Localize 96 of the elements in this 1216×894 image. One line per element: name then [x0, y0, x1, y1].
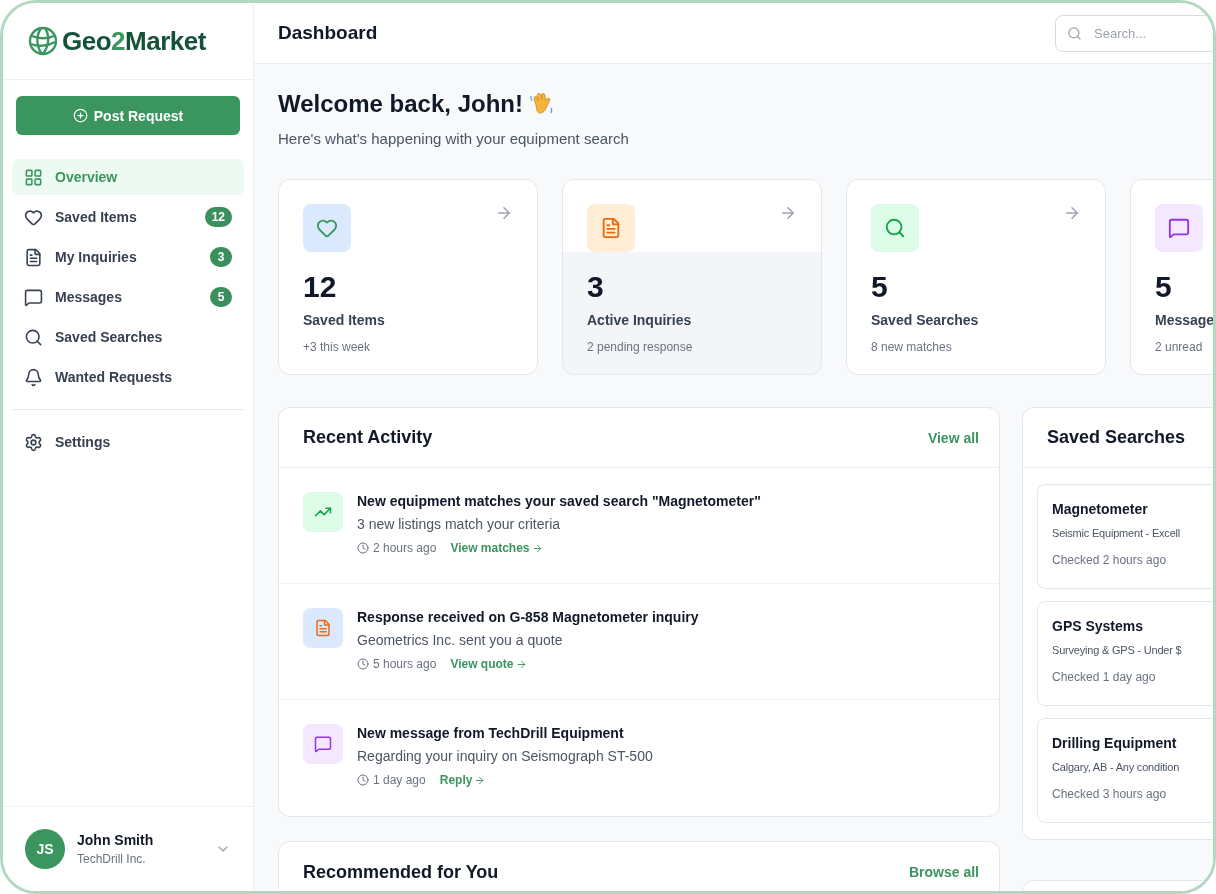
activity-time: 1 day ago [373, 773, 426, 787]
card-title: Recommended for You [303, 861, 499, 883]
activity-link[interactable]: Reply [439, 773, 486, 787]
activity-time: 2 hours ago [373, 541, 437, 555]
search-field[interactable]: Search... [1055, 14, 1213, 52]
activity-title: New equipment matches your saved search "Magnetometer" [357, 492, 761, 510]
count-badge: 12 [204, 207, 232, 227]
activity-time: 5 hours ago [373, 657, 437, 671]
document-icon [24, 247, 43, 267]
arrow-right-icon [495, 204, 513, 222]
stat-note: +3 this week [303, 340, 372, 354]
sidebar-item[interactable]: Settings [12, 424, 244, 460]
brand-name: Geo2Market [62, 25, 206, 57]
activity-link[interactable]: View matches [450, 541, 543, 555]
plus-circle-icon [72, 108, 88, 123]
heart-icon [316, 217, 338, 239]
saved-search-checked: Checked 2 hours ago [1052, 553, 1168, 567]
arrow-right-icon [474, 774, 486, 786]
count-badge: 5 [210, 287, 232, 307]
browse-all-link[interactable]: Browse all [908, 864, 979, 880]
clock-icon [357, 774, 369, 786]
sidebar-item-label: Wanted Requests [55, 369, 173, 385]
clock-icon [357, 658, 369, 670]
document-icon [600, 217, 622, 239]
sidebar-item[interactable]: Wanted Requests [12, 359, 244, 395]
sidebar-item-label: Overview [55, 169, 119, 185]
clock-icon [357, 542, 369, 554]
sidebar-item-label: Saved Items [55, 209, 138, 225]
waving-hand-icon [528, 91, 555, 117]
message-icon [314, 735, 332, 753]
grid-icon [24, 167, 43, 187]
settings-icon [24, 432, 43, 452]
stat-label: Message [1155, 312, 1213, 328]
view-all-link[interactable]: View all [927, 429, 979, 446]
activity-detail: Regarding your inquiry on Seismograph ST-500 [357, 748, 653, 764]
globe-logo-icon [28, 26, 58, 56]
welcome-heading: Welcome back, John! [278, 90, 523, 118]
message-icon [24, 287, 43, 307]
welcome-subtitle: Here's what's happening with your equipment search [278, 130, 630, 147]
saved-search-criteria: Surveying & GPS - Under $ [1052, 644, 1183, 656]
arrow-right-icon [531, 542, 543, 554]
user-avatar: JS [25, 829, 65, 869]
activity-detail: 3 new listings match your criteria [357, 516, 562, 532]
stat-value: 12 [303, 270, 338, 304]
activity-title: Response received on G-858 Magnetometer inquiry [357, 608, 699, 626]
sidebar-item[interactable]: Saved Searches [12, 319, 244, 355]
post-request-button[interactable]: Post Request [16, 96, 240, 135]
sidebar-item-label: Messages [55, 289, 123, 305]
stat-label: Saved Searches [871, 312, 980, 328]
sidebar-item-label: Settings [55, 434, 112, 450]
stat-value: 5 [871, 270, 889, 304]
user-name: John Smith [77, 832, 155, 848]
arrow-right-icon [1063, 204, 1081, 222]
stat-card[interactable]: 12 Saved Items +3 this week [278, 179, 538, 375]
saved-search-name: Drilling Equipment [1052, 735, 1178, 751]
document-icon [314, 619, 332, 637]
saved-search-item[interactable]: Drilling Equipment Calgary, AB - Any condition Checked 3 hours ago [1037, 718, 1213, 823]
sidebar-item[interactable]: Messages 5 [12, 279, 244, 315]
sidebar-item[interactable]: My Inquiries 3 [12, 239, 244, 275]
message-icon [1168, 217, 1190, 239]
activity-title: New message from TechDrill Equipment [357, 724, 625, 742]
saved-search-checked: Checked 1 day ago [1052, 670, 1157, 684]
heart-icon [24, 207, 43, 227]
arrow-right-icon [779, 204, 797, 222]
user-company: TechDrill Inc. [77, 852, 147, 866]
bell-icon [24, 367, 43, 387]
sidebar-item-label: My Inquiries [55, 249, 138, 265]
arrow-right-icon [515, 658, 527, 670]
activity-link[interactable]: View quote [450, 657, 527, 671]
saved-search-item[interactable]: GPS Systems Surveying & GPS - Under $ Checked 1 day ago [1037, 601, 1213, 706]
stat-note: 8 new matches [871, 340, 953, 354]
sidebar-item[interactable]: Saved Items 12 [12, 199, 244, 235]
stat-label: Saved Items [303, 312, 386, 328]
activity-detail: Geometrics Inc. sent you a quote [357, 632, 564, 648]
count-badge: 3 [210, 247, 232, 267]
stat-card[interactable]: 5 Saved Searches 8 new matches [846, 179, 1106, 375]
card-title: Recent Activity [303, 427, 433, 448]
stat-card[interactable]: 3 Active Inquiries 2 pending response [562, 179, 822, 375]
saved-search-checked: Checked 3 hours ago [1052, 787, 1168, 801]
stat-value: 5 [1155, 270, 1173, 304]
stat-note: 2 pending response [587, 340, 694, 354]
search-icon [884, 217, 906, 239]
saved-search-item[interactable]: Magnetometer Seismic Equipment - Excell Checked 2 hours ago [1037, 484, 1213, 589]
saved-search-name: GPS Systems [1052, 618, 1145, 634]
saved-search-criteria: Calgary, AB - Any condition [1052, 761, 1181, 773]
stat-label: Active Inquiries [587, 312, 693, 328]
search-icon [24, 327, 43, 347]
stat-card[interactable]: 5 Message 2 unread [1130, 179, 1213, 375]
search-icon [1067, 25, 1082, 41]
stat-value: 3 [587, 270, 605, 304]
stat-note: 2 unread [1155, 340, 1204, 354]
card-title: Saved Searches [1047, 427, 1186, 448]
sidebar-item-label: Saved Searches [55, 329, 164, 345]
saved-search-criteria: Seismic Equipment - Excell [1052, 527, 1182, 539]
page-title: Dashboard [278, 22, 378, 44]
saved-search-name: Magnetometer [1052, 501, 1149, 517]
